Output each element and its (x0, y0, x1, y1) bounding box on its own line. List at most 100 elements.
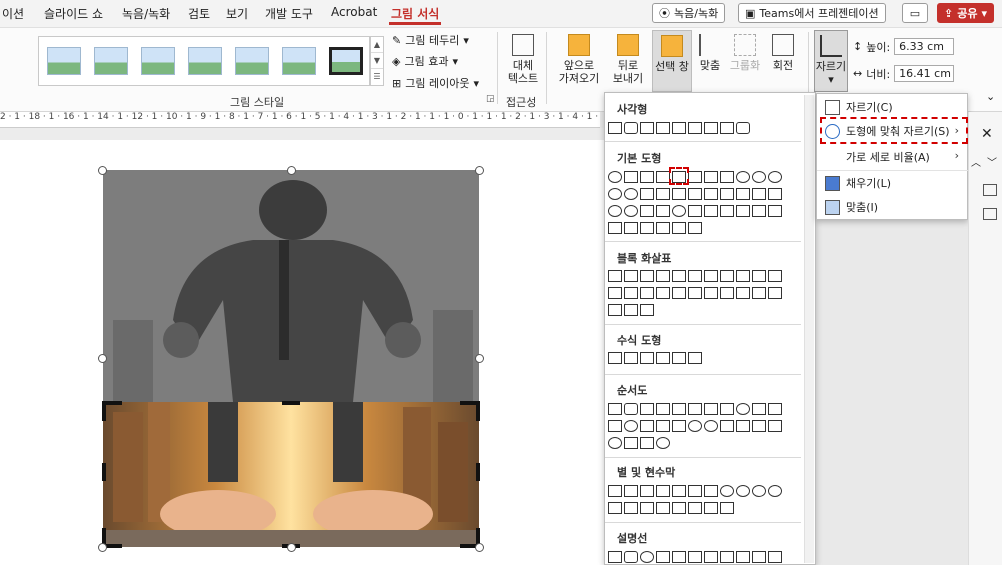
shape-flow-offpage[interactable] (640, 420, 654, 432)
crop-button[interactable]: 자르기 ▾ (814, 30, 848, 92)
shape-snip-rectangle[interactable] (672, 122, 686, 134)
resize-handle[interactable] (287, 543, 296, 552)
rotate-button[interactable]: 회전 (766, 34, 800, 72)
lock-icon[interactable] (983, 208, 997, 220)
gallery-down-icon[interactable]: ▼ (371, 53, 383, 69)
shape-flow-extract[interactable] (752, 420, 766, 432)
shape-plus[interactable] (608, 352, 622, 364)
shape-flow-alternate[interactable] (624, 403, 638, 415)
tab-slideshow[interactable]: 슬라이드 쇼 (44, 5, 103, 22)
shape-not-equal[interactable] (688, 352, 702, 364)
shape-flow-multidocument[interactable] (720, 403, 734, 415)
shape-rectangle[interactable] (688, 122, 702, 134)
shape-callout[interactable] (768, 551, 782, 563)
shape-curved-arrow[interactable] (656, 287, 670, 299)
shape-heart[interactable] (688, 205, 702, 217)
shape-rectangle[interactable] (608, 122, 622, 134)
style-thumbnail[interactable] (141, 47, 175, 75)
shape-left-brace[interactable] (672, 222, 686, 234)
crop-handle-left[interactable] (102, 463, 106, 481)
shape-left-right-up-arrow[interactable] (720, 270, 734, 282)
shape-flow-summing[interactable] (688, 420, 702, 432)
shape-flow-card[interactable] (656, 420, 670, 432)
shape-double-bracket[interactable] (608, 222, 622, 234)
shape-callout[interactable] (672, 551, 686, 563)
shape-callout[interactable] (720, 551, 734, 563)
gallery-scroll[interactable]: ▲ ▼ ☰ (370, 36, 384, 86)
shape-right-bracket[interactable] (656, 222, 670, 234)
shape-heptagon[interactable] (736, 171, 750, 183)
bring-forward-button[interactable]: 앞으로 가져오기 (553, 34, 605, 85)
shape-teardrop[interactable] (640, 188, 654, 200)
shape-pentagon[interactable] (704, 171, 718, 183)
teams-present-button[interactable]: ▣ Teams에서 프레젠테이션 (738, 3, 886, 23)
style-thumbnail-selected[interactable] (329, 47, 363, 75)
shape-flow-predefined[interactable] (672, 403, 686, 415)
shape-flow-sequential[interactable] (640, 437, 654, 449)
shape-callout[interactable] (752, 551, 766, 563)
shape-rectangle[interactable] (704, 122, 718, 134)
shape-curved-arrow[interactable] (640, 287, 654, 299)
shape-flow-sort[interactable] (736, 420, 750, 432)
shape-striped-arrow[interactable] (672, 287, 686, 299)
shape-star[interactable] (720, 485, 734, 497)
shape-l-shape[interactable] (688, 188, 702, 200)
shape-arc[interactable] (768, 205, 782, 217)
tab-record[interactable]: 녹음/녹화 (122, 5, 170, 22)
resize-handle[interactable] (98, 354, 107, 363)
shape-star[interactable] (672, 485, 686, 497)
shape-parallelogram[interactable] (656, 171, 670, 183)
resize-handle[interactable] (287, 166, 296, 175)
shape-star[interactable] (768, 485, 782, 497)
shape-donut[interactable] (608, 205, 622, 217)
shape-flow-process[interactable] (608, 403, 622, 415)
shape-flow-stored-data[interactable] (608, 437, 622, 449)
shape-callout[interactable] (640, 551, 654, 563)
shape-folded-corner[interactable] (656, 205, 670, 217)
shape-rounded-rectangle[interactable] (624, 122, 638, 134)
crop-handle-tr-v[interactable] (476, 401, 480, 421)
cropped-away-area[interactable] (103, 170, 479, 402)
move-up-icon[interactable]: ︿ (971, 154, 981, 169)
gallery-more-icon[interactable]: ☰ (371, 69, 383, 85)
shape-frame[interactable] (656, 188, 670, 200)
shape-ribbon[interactable] (608, 502, 622, 514)
shape-up-down-arrow[interactable] (688, 270, 702, 282)
crop-handle-right[interactable] (476, 463, 480, 481)
shape-star[interactable] (704, 485, 718, 497)
shape-diagonal-stripe[interactable] (704, 188, 718, 200)
shape-snip-rectangle[interactable] (640, 122, 654, 134)
tab-developer[interactable]: 개발 도구 (265, 5, 313, 22)
shape-star[interactable] (752, 485, 766, 497)
tab-acrobat[interactable]: Acrobat (331, 5, 377, 19)
shape-star[interactable] (656, 485, 670, 497)
shape-double-wave[interactable] (720, 502, 734, 514)
shape-hexagon[interactable] (720, 171, 734, 183)
shape-flow-document[interactable] (704, 403, 718, 415)
menu-item-fill[interactable]: 채우기(L) (825, 175, 891, 191)
shape-diamond[interactable] (688, 171, 702, 183)
crop-handle-tl-v[interactable] (102, 401, 106, 421)
shape-flow-terminator[interactable] (736, 403, 750, 415)
shape-left-right-arrow[interactable] (672, 270, 686, 282)
shape-flow-punched-tape[interactable] (672, 420, 686, 432)
shape-star[interactable] (736, 485, 750, 497)
shape-left-arrow[interactable] (624, 270, 638, 282)
shape-callout[interactable] (608, 551, 622, 563)
shape-explosion[interactable] (608, 485, 622, 497)
menu-item-crop[interactable]: 자르기(C) (825, 99, 893, 115)
shape-right-triangle[interactable] (640, 171, 654, 183)
menu-item-fit[interactable]: 맞춤(I) (825, 199, 878, 215)
resize-handle[interactable] (475, 166, 484, 175)
style-thumbnail[interactable] (235, 47, 269, 75)
style-thumbnail[interactable] (282, 47, 316, 75)
shape-left-bracket[interactable] (640, 222, 654, 234)
picture-layout-button[interactable]: ⊞ 그림 레이아웃 ▾ (392, 75, 479, 91)
crop-handle-top[interactable] (282, 401, 300, 405)
group-button[interactable]: 그룹화 (728, 34, 762, 72)
shape-no-symbol[interactable] (624, 205, 638, 217)
shape-callout-arrow[interactable] (624, 304, 638, 316)
shape-flow-connector[interactable] (624, 420, 638, 432)
tab-picture-format[interactable]: 그림 서식 (391, 5, 439, 22)
resize-handle[interactable] (475, 543, 484, 552)
